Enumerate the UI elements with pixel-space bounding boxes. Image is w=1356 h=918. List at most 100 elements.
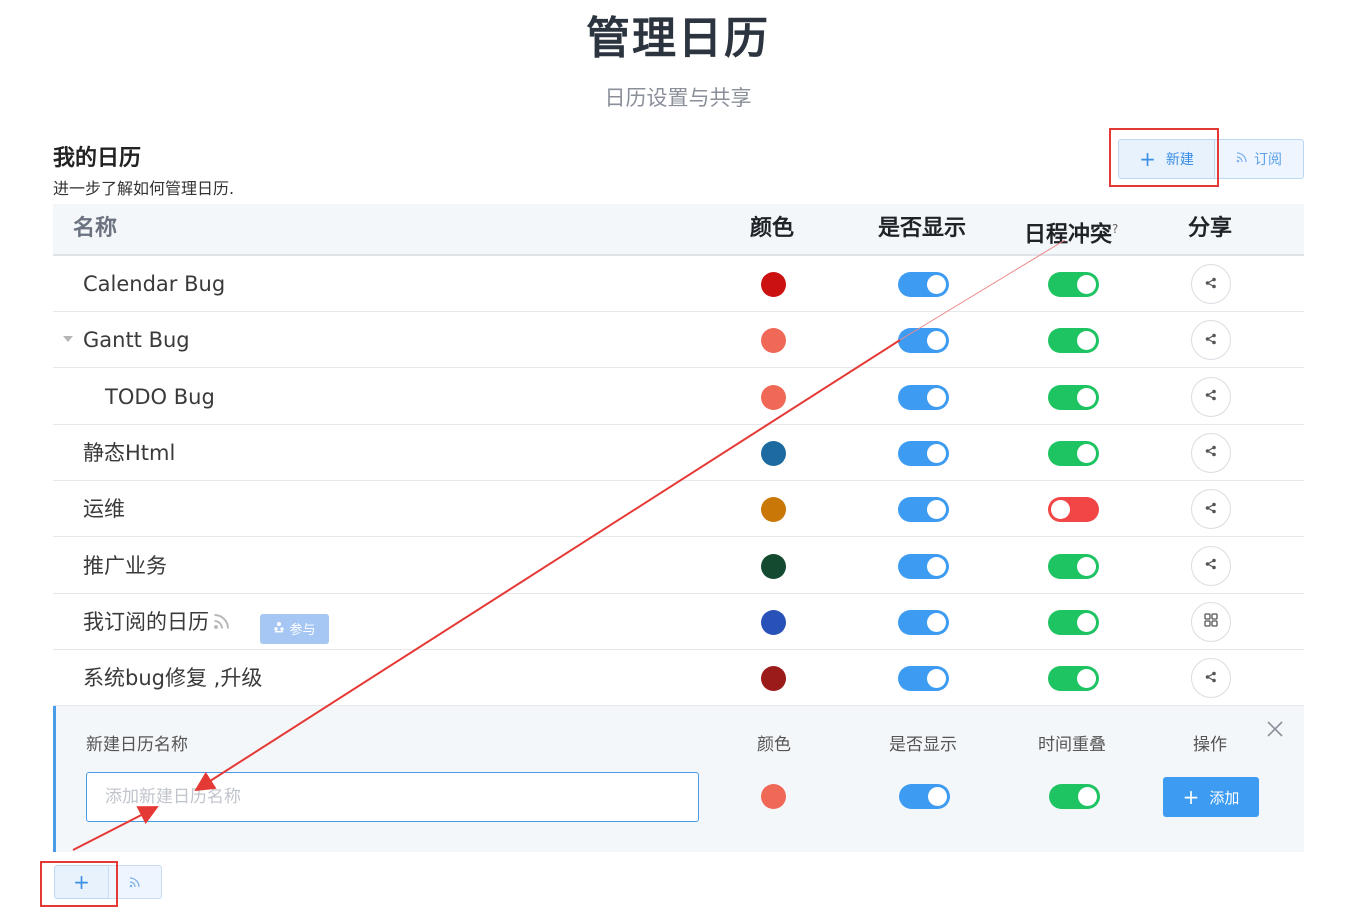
share-icon [1204, 331, 1218, 350]
toggle-knob [1077, 331, 1096, 351]
header-color: 颜色 [750, 216, 795, 241]
share-icon [1204, 275, 1218, 294]
toggle-knob [1077, 669, 1096, 689]
new-overlap-toggle[interactable] [1049, 784, 1100, 809]
toggle-knob [1077, 387, 1096, 407]
color-swatch[interactable] [761, 497, 786, 523]
show-toggle[interactable] [898, 497, 949, 523]
share-button[interactable] [1191, 376, 1231, 417]
rss-icon [129, 873, 141, 892]
new-calendar-name-input[interactable] [86, 772, 699, 822]
show-toggle[interactable] [898, 384, 949, 410]
share-button[interactable] [1191, 601, 1231, 642]
toggle-knob [1078, 787, 1097, 806]
calendar-name[interactable]: 静态Html [83, 425, 175, 481]
table-row[interactable]: TODO Bug [53, 369, 1304, 425]
calendar-name[interactable]: TODO Bug [105, 369, 215, 425]
toggle-knob [927, 443, 946, 463]
page-subtitle: 日历设置与共享 [604, 86, 752, 110]
show-toggle[interactable] [898, 609, 949, 635]
calendar-name-text: 静态Html [83, 440, 176, 465]
table-row[interactable]: 推广业务 [53, 538, 1304, 594]
header-conflict: 日程冲突? [1024, 204, 1118, 254]
caret-down-icon[interactable] [63, 336, 73, 343]
share-button[interactable] [1191, 545, 1231, 586]
toggle-knob [927, 612, 946, 632]
calendar-name[interactable]: 运维 [83, 481, 125, 537]
color-swatch[interactable] [761, 328, 786, 354]
annotation-box [40, 861, 118, 907]
calendar-name[interactable]: Gantt Bug [83, 312, 190, 368]
add-button[interactable]: + 添加 [1163, 777, 1259, 817]
toggle-knob [928, 787, 947, 806]
share-button[interactable] [1191, 432, 1231, 473]
new-action-label: 操作 [1193, 735, 1227, 755]
calendar-name-text: Gantt Bug [83, 328, 190, 353]
conflict-toggle[interactable] [1048, 328, 1099, 354]
share-icon [1204, 443, 1218, 462]
calendar-name[interactable]: 系统bug修复 ,升级 [83, 650, 262, 706]
share-button[interactable] [1191, 658, 1231, 699]
badge-label: 参与 [289, 623, 316, 639]
conflict-toggle[interactable] [1048, 553, 1099, 579]
help-icon[interactable]: ? [1112, 222, 1118, 236]
conflict-toggle[interactable] [1048, 497, 1099, 523]
calendar-name-text: 运维 [83, 497, 125, 522]
table-header: 名称 颜色 是否显示 日程冲突? 分享 [53, 204, 1304, 256]
table-row[interactable]: Calendar Bug [53, 256, 1304, 312]
grid-icon [1203, 612, 1219, 632]
show-toggle[interactable] [898, 440, 949, 466]
table-row[interactable]: 运维 [53, 481, 1304, 538]
calendar-name-text: Calendar Bug [83, 272, 226, 296]
table-row[interactable]: 静态Html [53, 425, 1304, 481]
color-swatch[interactable] [761, 609, 786, 635]
close-icon[interactable] [1264, 718, 1286, 740]
color-swatch[interactable] [761, 440, 786, 466]
participate-badge: 参与 [260, 613, 329, 644]
section-description[interactable]: 进一步了解如何管理日历. [53, 175, 234, 199]
show-toggle[interactable] [898, 328, 949, 354]
color-swatch[interactable] [761, 272, 786, 297]
show-toggle[interactable] [898, 553, 949, 579]
show-toggle[interactable] [898, 272, 949, 297]
share-button[interactable] [1191, 320, 1231, 361]
calendar-name-text: 推广业务 [83, 553, 167, 578]
color-swatch[interactable] [761, 384, 786, 410]
plus-icon: + [1182, 785, 1200, 809]
rss-icon [1236, 151, 1248, 167]
subscribe-button[interactable]: 订阅 [1214, 139, 1304, 179]
conflict-toggle[interactable] [1048, 609, 1099, 635]
table-row[interactable]: 系统bug修复 ,升级 [53, 650, 1304, 707]
conflict-toggle[interactable] [1048, 666, 1099, 692]
share-icon [1204, 500, 1218, 519]
new-name-label: 新建日历名称 [86, 735, 188, 755]
show-toggle[interactable] [898, 666, 949, 692]
conflict-toggle[interactable] [1048, 440, 1099, 466]
new-show-label: 是否显示 [889, 735, 957, 755]
conflict-toggle[interactable] [1048, 272, 1099, 297]
share-button[interactable] [1191, 264, 1231, 304]
toggle-knob [1077, 556, 1096, 576]
new-color-swatch[interactable] [761, 784, 786, 809]
share-button[interactable] [1191, 489, 1231, 530]
color-swatch[interactable] [761, 553, 786, 579]
calendar-name[interactable]: Calendar Bug [83, 256, 225, 312]
section-title: 我的日历 [53, 146, 142, 171]
table-row[interactable]: 我订阅的日历参与 [53, 594, 1304, 650]
conflict-toggle[interactable] [1048, 384, 1099, 410]
people-icon [273, 621, 285, 637]
calendar-name[interactable]: 推广业务 [83, 538, 167, 594]
calendar-name-text: TODO Bug [105, 384, 215, 409]
color-swatch[interactable] [761, 666, 786, 692]
new-calendar-panel: 新建日历名称 颜色 是否显示 时间重叠 操作 + 添加 [53, 706, 1304, 852]
add-label: 添加 [1209, 788, 1240, 807]
new-color-label: 颜色 [757, 735, 791, 755]
table-row[interactable]: Gantt Bug [53, 312, 1304, 369]
calendar-name[interactable]: 我订阅的日历 [83, 594, 231, 650]
subscribe-label: 订阅 [1254, 152, 1282, 168]
new-show-toggle[interactable] [899, 784, 950, 809]
page-title: 管理日历 [586, 13, 770, 64]
calendar-name-text: 我订阅的日历 [83, 609, 209, 634]
toggle-knob [1077, 275, 1096, 294]
toggle-knob [1051, 500, 1070, 520]
